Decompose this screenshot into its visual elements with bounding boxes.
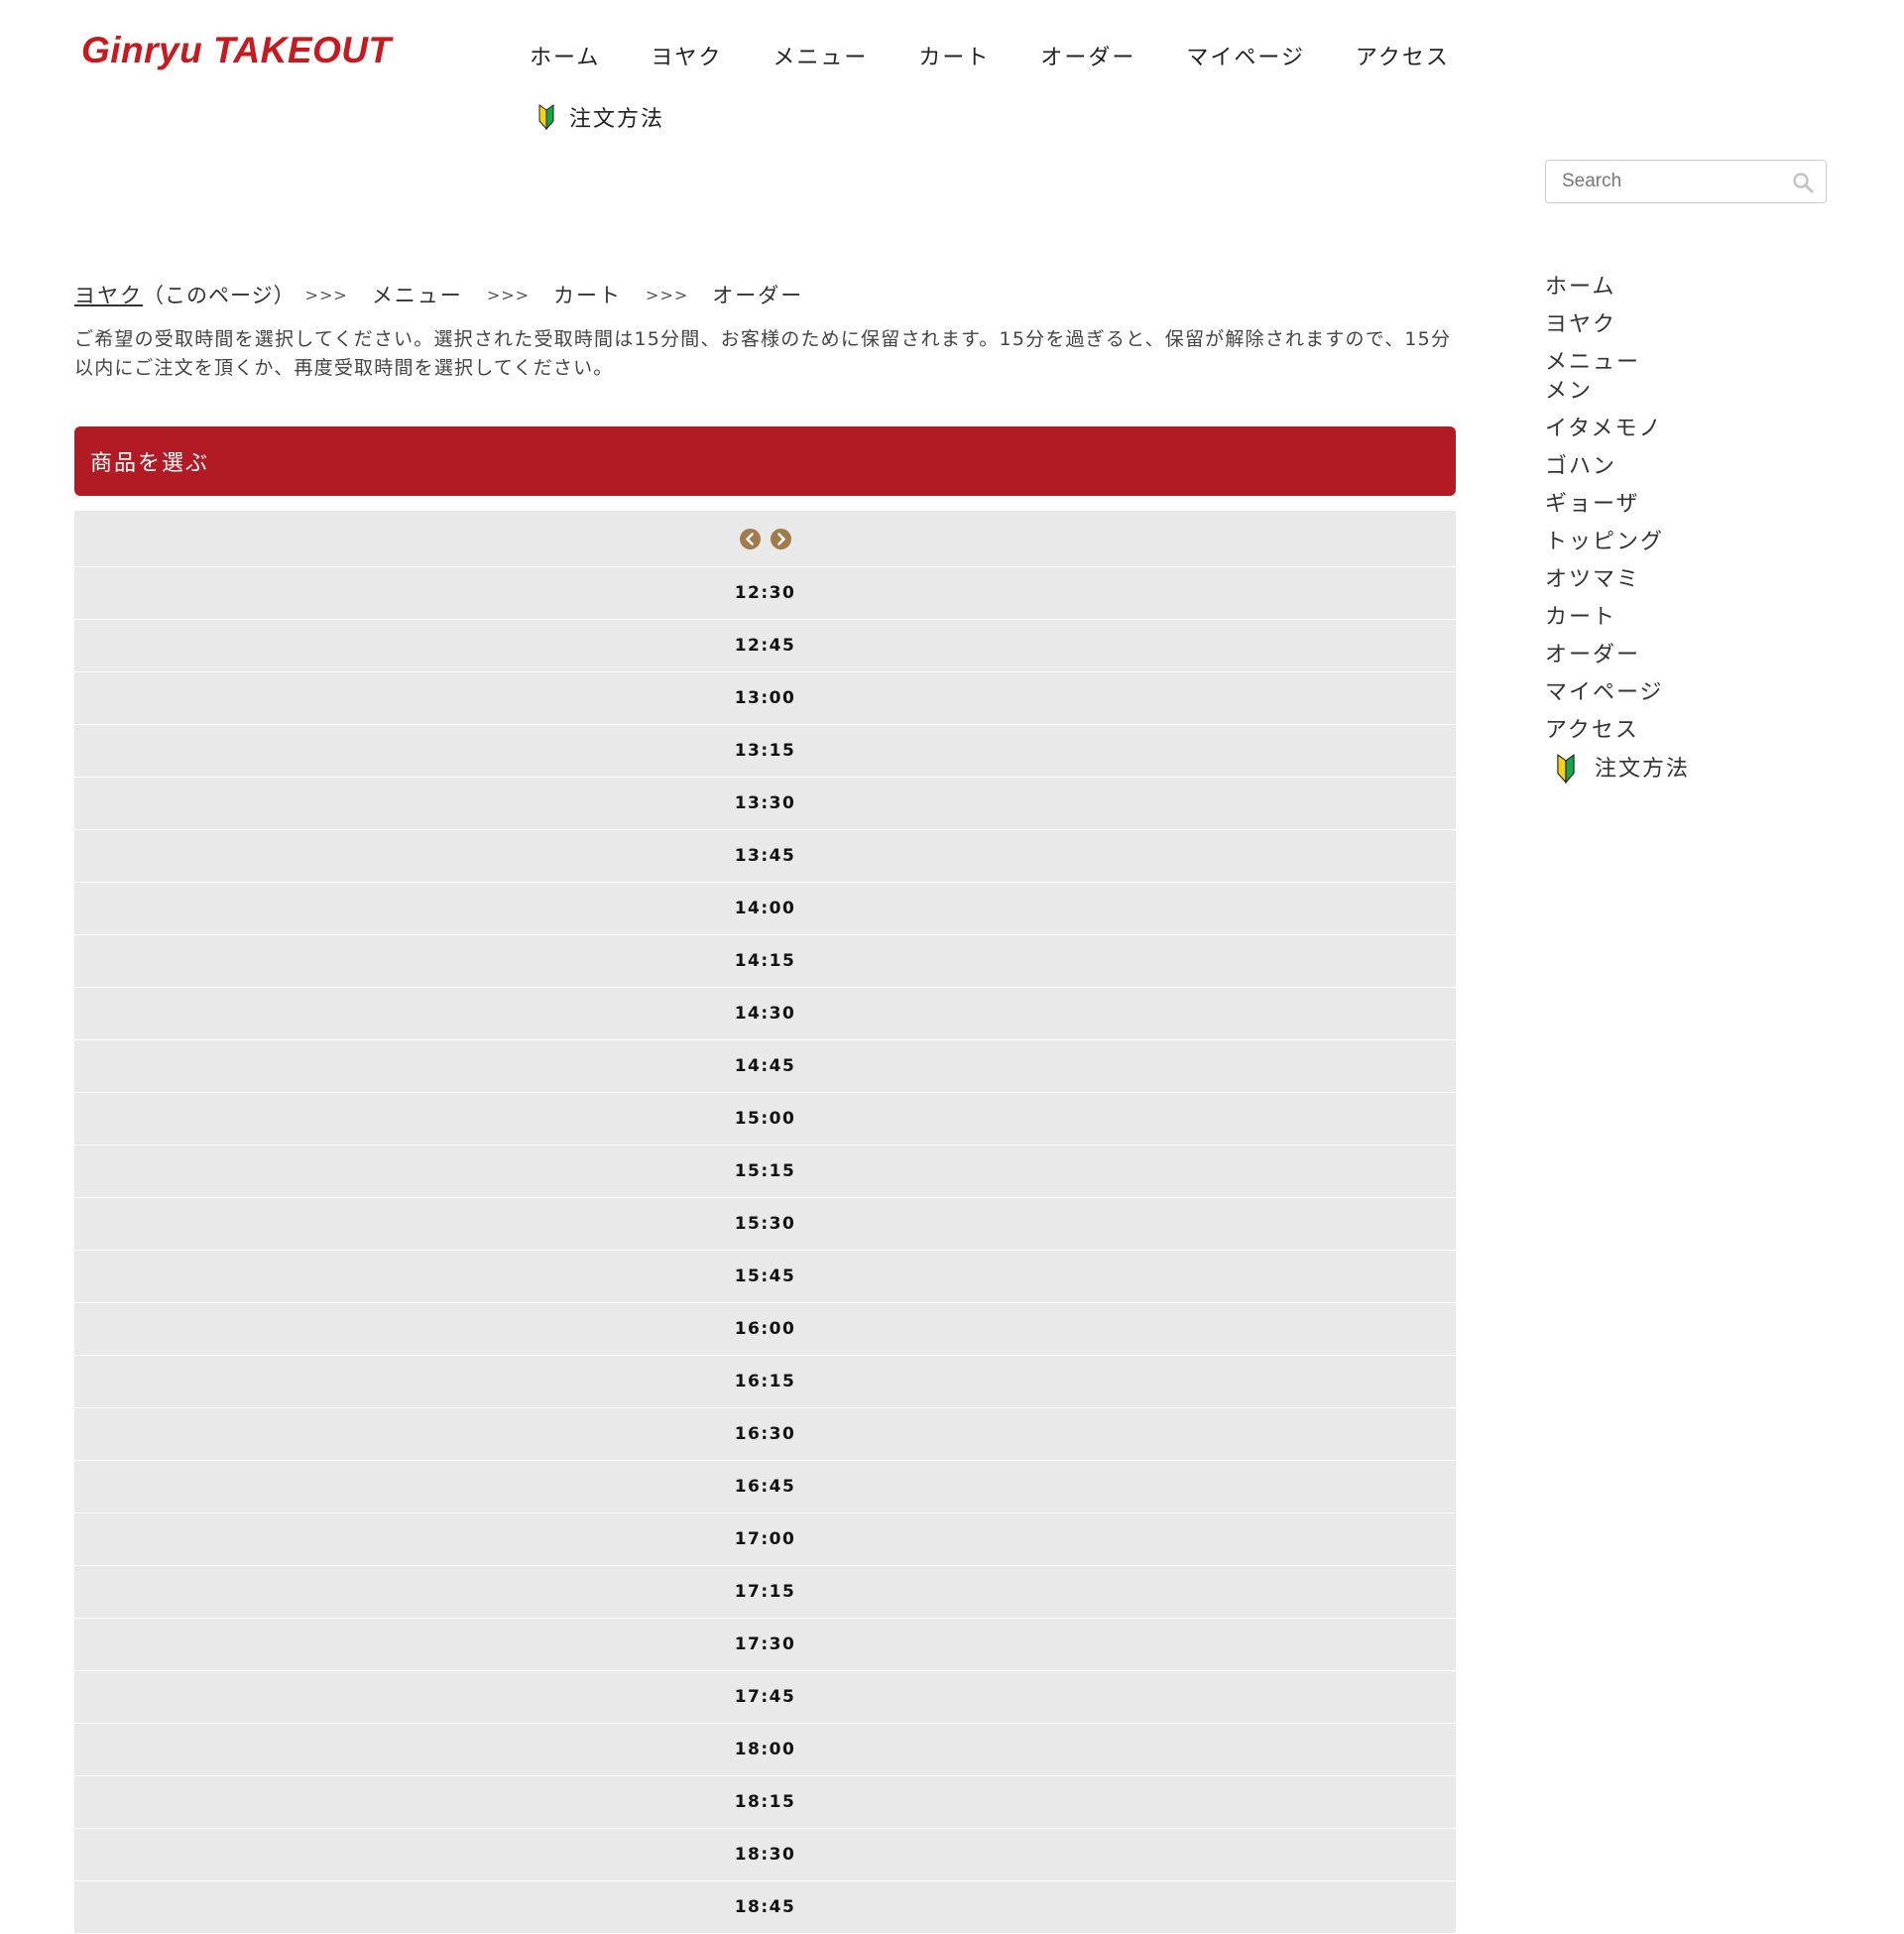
time-slot-row[interactable]: 15:15 bbox=[74, 1146, 1456, 1198]
breadcrumb-step-menu: メニュー bbox=[371, 284, 463, 307]
time-slot-row[interactable]: 15:45 bbox=[74, 1251, 1456, 1303]
time-slot-row[interactable]: 16:45 bbox=[74, 1461, 1456, 1513]
nav-item-menu[interactable]: メニュー bbox=[773, 40, 868, 71]
time-slot-row[interactable]: 12:30 bbox=[74, 567, 1456, 620]
time-slot-row[interactable]: 18:30 bbox=[74, 1829, 1456, 1881]
time-slot-row[interactable]: 17:30 bbox=[74, 1619, 1456, 1671]
search-input[interactable] bbox=[1546, 161, 1800, 202]
breadcrumb-separator: >>> bbox=[486, 285, 531, 304]
time-slot-row[interactable]: 15:30 bbox=[74, 1198, 1456, 1251]
time-slot-row[interactable]: 14:45 bbox=[74, 1040, 1456, 1093]
time-slot-list: 12:30 12:45 13:00 13:15 13:30 13:45 14:00 14:15… bbox=[74, 567, 1456, 1934]
sidebar-item-cart[interactable]: カート bbox=[1545, 603, 1843, 632]
time-slot-row[interactable]: 13:45 bbox=[74, 830, 1456, 883]
time-slot-row[interactable]: 17:45 bbox=[74, 1671, 1456, 1724]
breadcrumb-step: >>> オーダー bbox=[622, 280, 803, 309]
time-nav bbox=[74, 511, 1456, 567]
time-slot-row[interactable]: 16:15 bbox=[74, 1356, 1456, 1408]
breadcrumb: ヨヤク （このページ） >>> メニュー >>> カート >>> オーダー bbox=[74, 280, 1456, 309]
nav-item-reserve[interactable]: ヨヤク bbox=[651, 40, 722, 71]
sidebar-guide-label: 注文方法 bbox=[1595, 756, 1691, 782]
sidebar-item-men[interactable]: メン bbox=[1545, 377, 1843, 406]
time-slot-row[interactable]: 13:30 bbox=[74, 778, 1456, 830]
beginner-mark-icon bbox=[538, 104, 554, 130]
chevron-left-circle-icon[interactable] bbox=[739, 528, 761, 549]
nav-item-order[interactable]: オーダー bbox=[1040, 40, 1135, 71]
breadcrumb-current-link[interactable]: ヨヤク bbox=[74, 280, 143, 309]
sidebar-item-otsumami[interactable]: オツマミ bbox=[1545, 565, 1843, 594]
time-slot-row[interactable]: 15:00 bbox=[74, 1093, 1456, 1146]
time-slot-row[interactable]: 18:15 bbox=[74, 1776, 1456, 1829]
time-slot-row[interactable]: 14:15 bbox=[74, 935, 1456, 988]
breadcrumb-step-order: オーダー bbox=[712, 284, 804, 307]
sidebar-item-reserve[interactable]: ヨヤク bbox=[1545, 310, 1843, 339]
nav-item-mypage[interactable]: マイページ bbox=[1186, 40, 1305, 71]
search-box bbox=[1545, 160, 1827, 203]
main-content: ヨヤク （このページ） >>> メニュー >>> カート >>> オーダー ご希… bbox=[74, 280, 1456, 1934]
sidebar-item-mypage[interactable]: マイページ bbox=[1545, 678, 1843, 707]
time-slot-row[interactable]: 14:30 bbox=[74, 988, 1456, 1040]
breadcrumb-separator: >>> bbox=[646, 285, 689, 304]
breadcrumb-step: >>> メニュー bbox=[296, 280, 463, 309]
beginner-mark-icon bbox=[1557, 754, 1575, 784]
section-header: 商品を選ぶ bbox=[74, 426, 1456, 496]
sidebar-item-order[interactable]: オーダー bbox=[1545, 641, 1843, 669]
nav-item-access[interactable]: アクセス bbox=[1356, 40, 1450, 71]
sidebar-item-guide[interactable]: 注文方法 bbox=[1555, 754, 1843, 784]
nav-guide-label: 注文方法 bbox=[569, 107, 665, 132]
time-slot-row[interactable]: 17:15 bbox=[74, 1566, 1456, 1619]
sidebar-item-menu[interactable]: メニュー bbox=[1545, 348, 1843, 377]
instructions-text: ご希望の受取時間を選択してください。選択された受取時間は15分間、お客様のために… bbox=[74, 328, 1452, 379]
pickup-time-table: 12:30 12:45 13:00 13:15 13:30 13:45 14:00 14:15… bbox=[74, 511, 1456, 1934]
top-nav: ホーム ヨヤク メニュー カート オーダー マイページ アクセス 注文方法 bbox=[530, 34, 1462, 139]
sidebar-item-itamemono[interactable]: イタメモノ bbox=[1545, 415, 1843, 443]
top-nav-row: ホーム ヨヤク メニュー カート オーダー マイページ アクセス bbox=[530, 34, 1462, 77]
nav-item-cart[interactable]: カート bbox=[918, 40, 990, 71]
chevron-right-circle-icon[interactable] bbox=[770, 528, 791, 549]
time-slot-row[interactable]: 13:00 bbox=[74, 672, 1456, 725]
time-slot-row[interactable]: 13:15 bbox=[74, 725, 1456, 778]
time-slot-row[interactable]: 12:45 bbox=[74, 620, 1456, 672]
breadcrumb-step: >>> カート bbox=[463, 280, 622, 309]
time-slot-row[interactable]: 17:00 bbox=[74, 1513, 1456, 1566]
sidebar-item-topping[interactable]: トッピング bbox=[1545, 528, 1843, 556]
time-slot-row[interactable]: 16:30 bbox=[74, 1408, 1456, 1461]
site-logo[interactable]: Ginryu TAKEOUT bbox=[81, 30, 392, 71]
sidebar-nav: ホーム ヨヤク メニュー メン イタメモノ ゴハン ギョーザ トッピング オツマ… bbox=[1545, 273, 1843, 784]
breadcrumb-separator: >>> bbox=[304, 285, 348, 304]
section-title: 商品を選ぶ bbox=[90, 451, 210, 476]
breadcrumb-current-note: （このページ） bbox=[143, 284, 296, 307]
time-slot-row[interactable]: 18:00 bbox=[74, 1724, 1456, 1776]
nav-item-guide[interactable]: 注文方法 bbox=[537, 95, 1462, 139]
time-slot-row[interactable]: 18:45 bbox=[74, 1881, 1456, 1934]
sidebar-item-access[interactable]: アクセス bbox=[1545, 716, 1843, 745]
time-slot-row[interactable]: 16:00 bbox=[74, 1303, 1456, 1356]
nav-item-home[interactable]: ホーム bbox=[530, 40, 600, 71]
sidebar-item-home[interactable]: ホーム bbox=[1545, 273, 1843, 302]
time-slot-row[interactable]: 14:00 bbox=[74, 883, 1456, 935]
sidebar-item-gohan[interactable]: ゴハン bbox=[1545, 452, 1843, 481]
breadcrumb-step-cart: カート bbox=[553, 284, 623, 307]
search-icon[interactable] bbox=[1792, 172, 1814, 193]
sidebar-item-gyoza[interactable]: ギョーザ bbox=[1545, 490, 1843, 519]
